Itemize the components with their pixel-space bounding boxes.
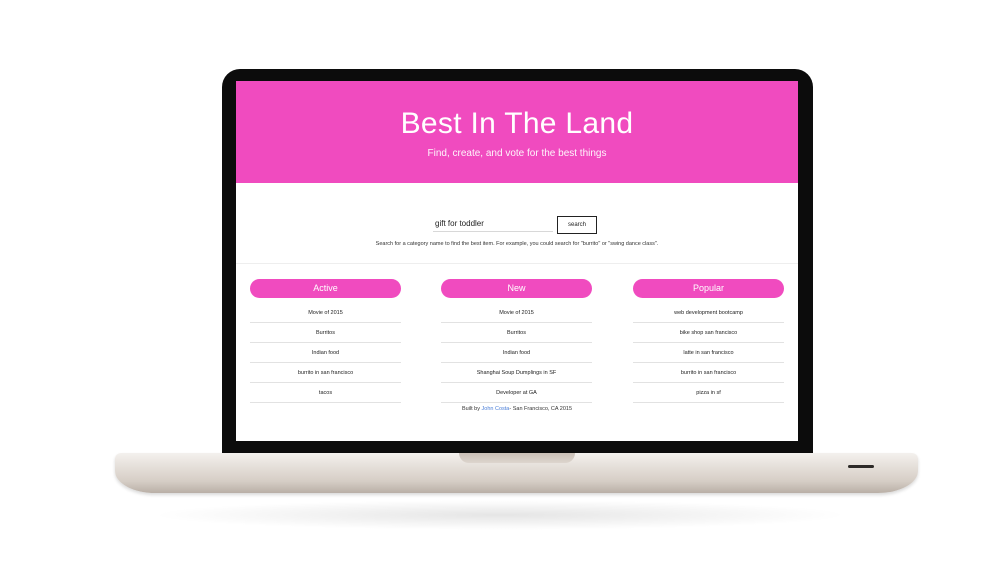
page-footer: Built by John Costa- San Francisco, CA 2…: [236, 406, 798, 412]
new-column: New Movie of 2015 Burritos Indian food S…: [441, 279, 592, 404]
footer-prefix: Built by: [461, 406, 482, 412]
laptop-notch: [459, 453, 575, 463]
category-columns: Active Movie of 2015 Burritos Indian foo…: [250, 279, 784, 403]
site-subtitle: Find, create, and vote for the best thin…: [427, 148, 607, 159]
author-link[interactable]: John Costa: [482, 406, 510, 412]
active-column: Active Movie of 2015 Burritos Indian foo…: [250, 279, 401, 404]
list-item[interactable]: web development bootcamp: [633, 304, 784, 323]
active-header[interactable]: Active: [250, 279, 401, 298]
search-section: search Search for a category name to fin…: [236, 183, 798, 264]
popular-column: Popular web development bootcamp bike sh…: [633, 279, 784, 404]
laptop-base: [115, 453, 918, 493]
list-item[interactable]: burrito in san francisco: [250, 364, 401, 383]
list-item[interactable]: Burritos: [441, 324, 592, 343]
popular-header[interactable]: Popular: [633, 279, 784, 298]
laptop-shadow: [150, 500, 850, 530]
search-input[interactable]: [433, 215, 553, 232]
list-item[interactable]: Movie of 2015: [250, 304, 401, 323]
list-item[interactable]: Movie of 2015: [441, 304, 592, 323]
list-item[interactable]: Indian food: [250, 344, 401, 363]
search-help-text: Search for a category name to find the b…: [375, 241, 659, 247]
list-item[interactable]: burrito in san francisco: [633, 364, 784, 383]
list-item[interactable]: Shanghai Soup Dumplings in SF: [441, 364, 592, 383]
active-list: Movie of 2015 Burritos Indian food burri…: [250, 304, 401, 403]
search-button[interactable]: search: [557, 216, 597, 234]
list-item[interactable]: Developer at GA: [441, 384, 592, 403]
list-item[interactable]: tacos: [250, 384, 401, 403]
new-list: Movie of 2015 Burritos Indian food Shang…: [441, 304, 592, 403]
list-item[interactable]: bike shop san francisco: [633, 324, 784, 343]
footer-suffix: - San Francisco, CA 2015: [509, 406, 573, 412]
laptop-indicator-light: [848, 465, 874, 468]
list-item[interactable]: latte in san francisco: [633, 344, 784, 363]
list-item[interactable]: pizza in sf: [633, 384, 784, 403]
popular-list: web development bootcamp bike shop san f…: [633, 304, 784, 403]
list-item[interactable]: Indian food: [441, 344, 592, 363]
new-header[interactable]: New: [441, 279, 592, 298]
laptop-screen: Best In The Land Find, create, and vote …: [236, 81, 798, 441]
list-item[interactable]: Burritos: [250, 324, 401, 343]
site-title: Best In The Land: [400, 107, 634, 140]
hero-banner: Best In The Land Find, create, and vote …: [236, 81, 798, 183]
